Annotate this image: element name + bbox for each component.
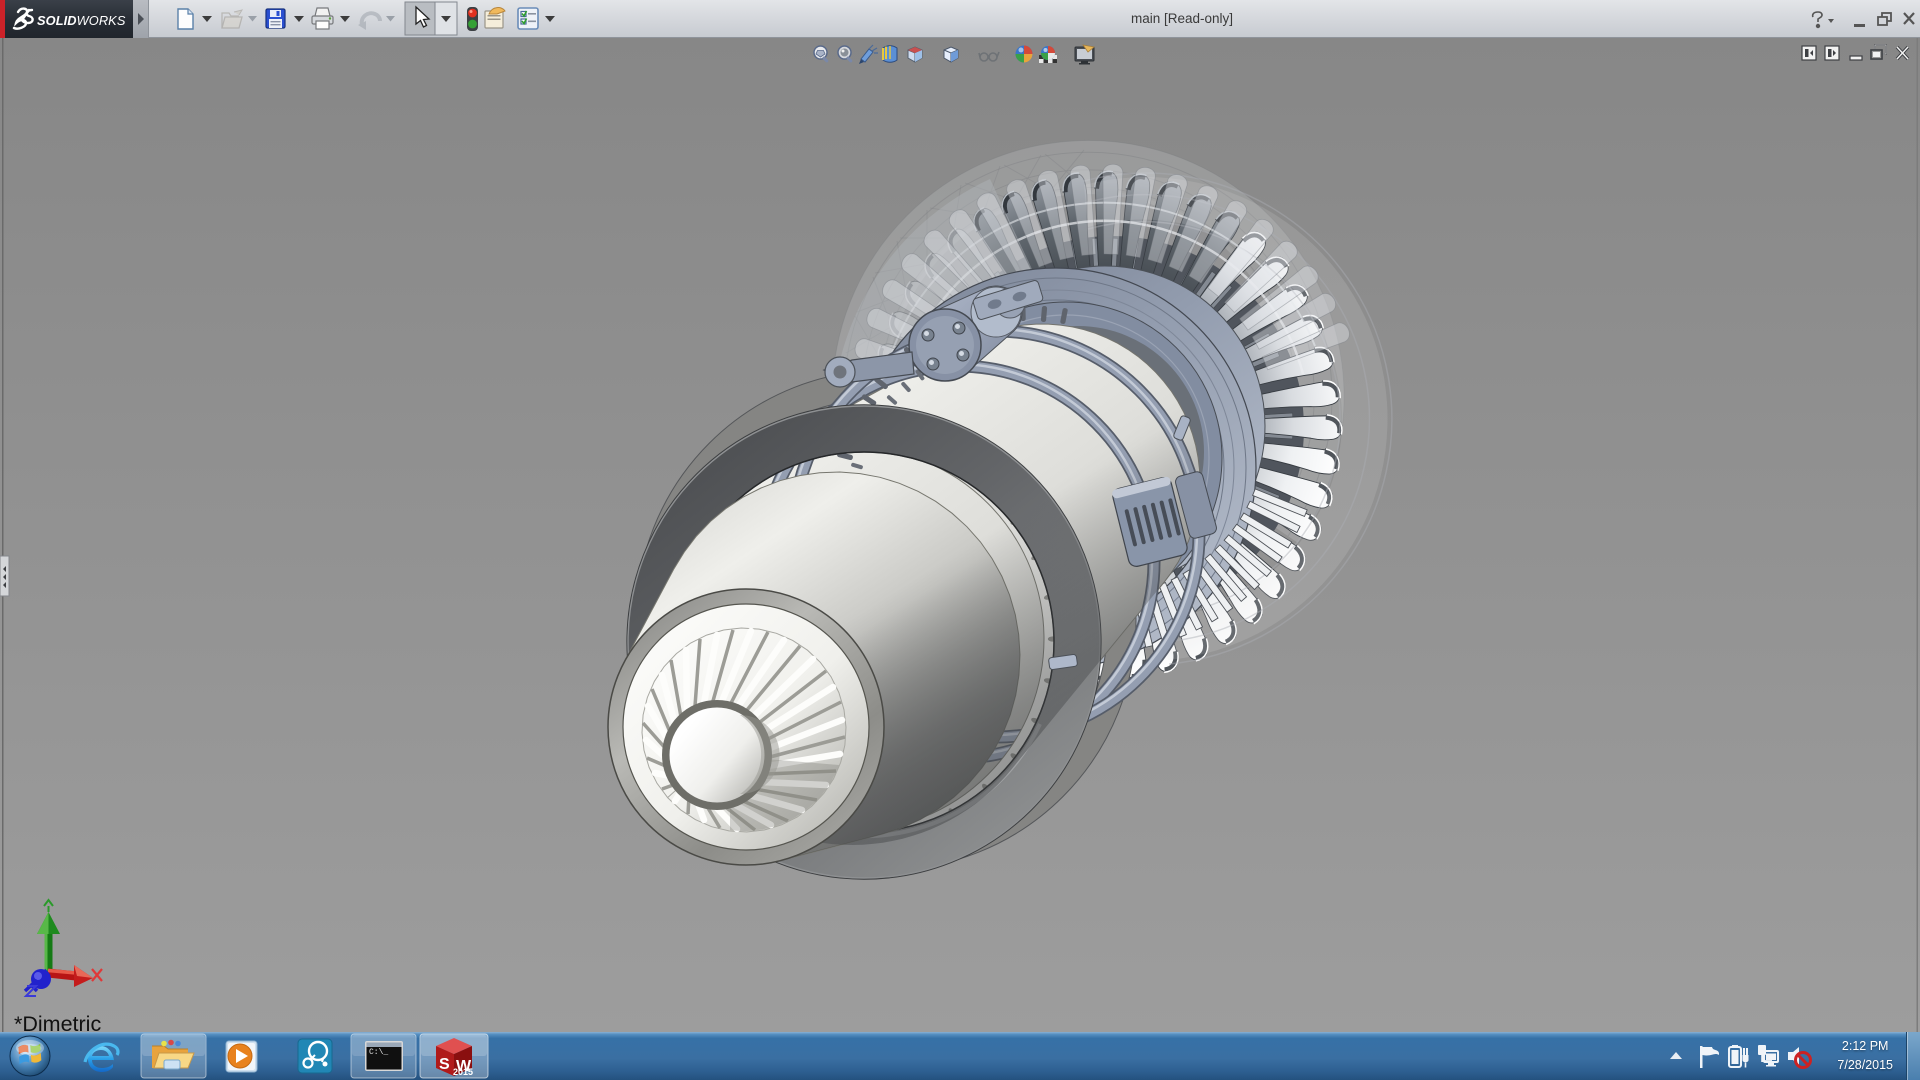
- svg-text:SOLIDWORKS: SOLIDWORKS: [37, 13, 126, 28]
- svg-text:*Dimetric: *Dimetric: [14, 1012, 101, 1032]
- svg-text:C:\_: C:\_: [369, 1048, 388, 1057]
- svg-text:S: S: [439, 1056, 450, 1073]
- svg-text:2015: 2015: [453, 1067, 473, 1077]
